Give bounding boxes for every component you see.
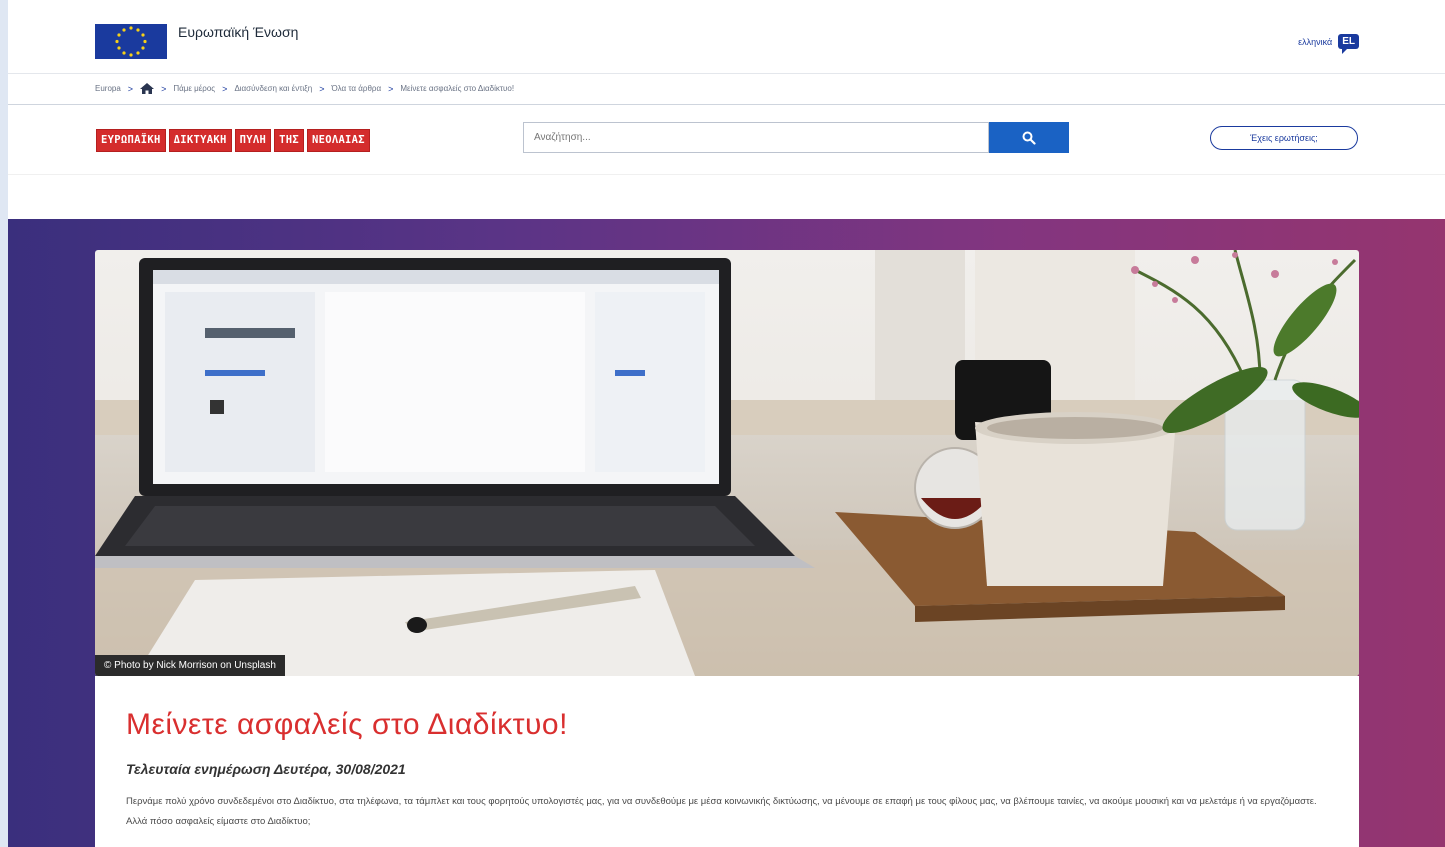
article-card: Μείνετε ασφαλείς στο Διαδίκτυο! Τελευταί… [95,676,1359,847]
breadcrumb-item[interactable]: Europa [95,84,121,93]
hero-section: © Photo by Nick Morrison on Unsplash Μεί… [8,219,1445,847]
breadcrumb-separator: > [222,83,228,94]
home-icon[interactable] [140,83,155,94]
search-button[interactable] [989,122,1069,153]
article-title: Μείνετε ασφαλείς στο Διαδίκτυο! [126,708,568,741]
search-icon [1022,131,1036,145]
page: Ευρωπαϊκή Ένωση ελληνικά EL Europa > > Π… [8,0,1445,847]
laptop-desk-illustration [95,250,1359,676]
portal-logo-word: ΔΙΚΤΥΑΚΗ [168,129,232,152]
site-header: Ευρωπαϊκή Ένωση ελληνικά EL [8,0,1445,72]
breadcrumb-separator: > [161,83,167,94]
language-label[interactable]: ελληνικά [1298,37,1332,47]
breadcrumb-bar: Europa > > Πάμε μέρος > Διασύνδεση και έ… [8,73,1445,105]
breadcrumb-separator: > [127,83,134,94]
search-input[interactable] [524,123,984,151]
questions-button[interactable]: Έχεις ερωτήσεις; [1210,126,1358,150]
search-box [523,122,989,153]
breadcrumb-item[interactable]: Πάμε μέρος [173,84,215,93]
breadcrumb-separator: > [388,83,394,94]
last-updated: Τελευταία ενημέρωση Δευτέρα, 30/08/2021 [126,761,406,777]
breadcrumb-item[interactable]: Διασύνδεση και έντιξη [234,84,312,93]
language-code-badge[interactable]: EL [1338,34,1359,54]
eu-name[interactable]: Ευρωπαϊκή Ένωση [178,24,318,40]
breadcrumb: Europa > > Πάμε μέρος > Διασύνδεση και έ… [95,83,514,94]
article-intro: Περνάμε πολύ χρόνο συνδεδεμένοι στο Διαδ… [126,796,1317,827]
portal-logo-word: ΕΥΡΩΠΑΪΚΗ [96,129,166,152]
eu-stars-icon [115,26,147,57]
breadcrumb-separator: > [319,83,325,94]
photo-credit: © Photo by Nick Morrison on Unsplash [95,655,285,676]
portal-logo-word: ΠΥΛΗ [234,129,272,152]
divider [8,174,1445,175]
breadcrumb-current: Μείνετε ασφαλείς στο Διαδίκτυο! [400,84,515,93]
portal-header: ΕΥΡΩΠΑΪΚΗ ΔΙΚΤΥΑΚΗ ΠΥΛΗ ΤΗΣ ΝΕΟΛΑΙΑΣ Έχε… [8,104,1445,174]
hero-photo: © Photo by Nick Morrison on Unsplash [95,250,1359,676]
portal-logo[interactable]: ΕΥΡΩΠΑΪΚΗ ΔΙΚΤΥΑΚΗ ΠΥΛΗ ΤΗΣ ΝΕΟΛΑΙΑΣ [96,129,370,152]
language-selector[interactable]: ελληνικά EL [1298,34,1359,54]
portal-logo-word: ΝΕΟΛΑΙΑΣ [306,129,370,152]
portal-logo-word: ΤΗΣ [274,129,304,152]
breadcrumb-item[interactable]: Όλα τα άρθρα [331,84,381,93]
eu-flag-logo[interactable] [95,24,167,59]
